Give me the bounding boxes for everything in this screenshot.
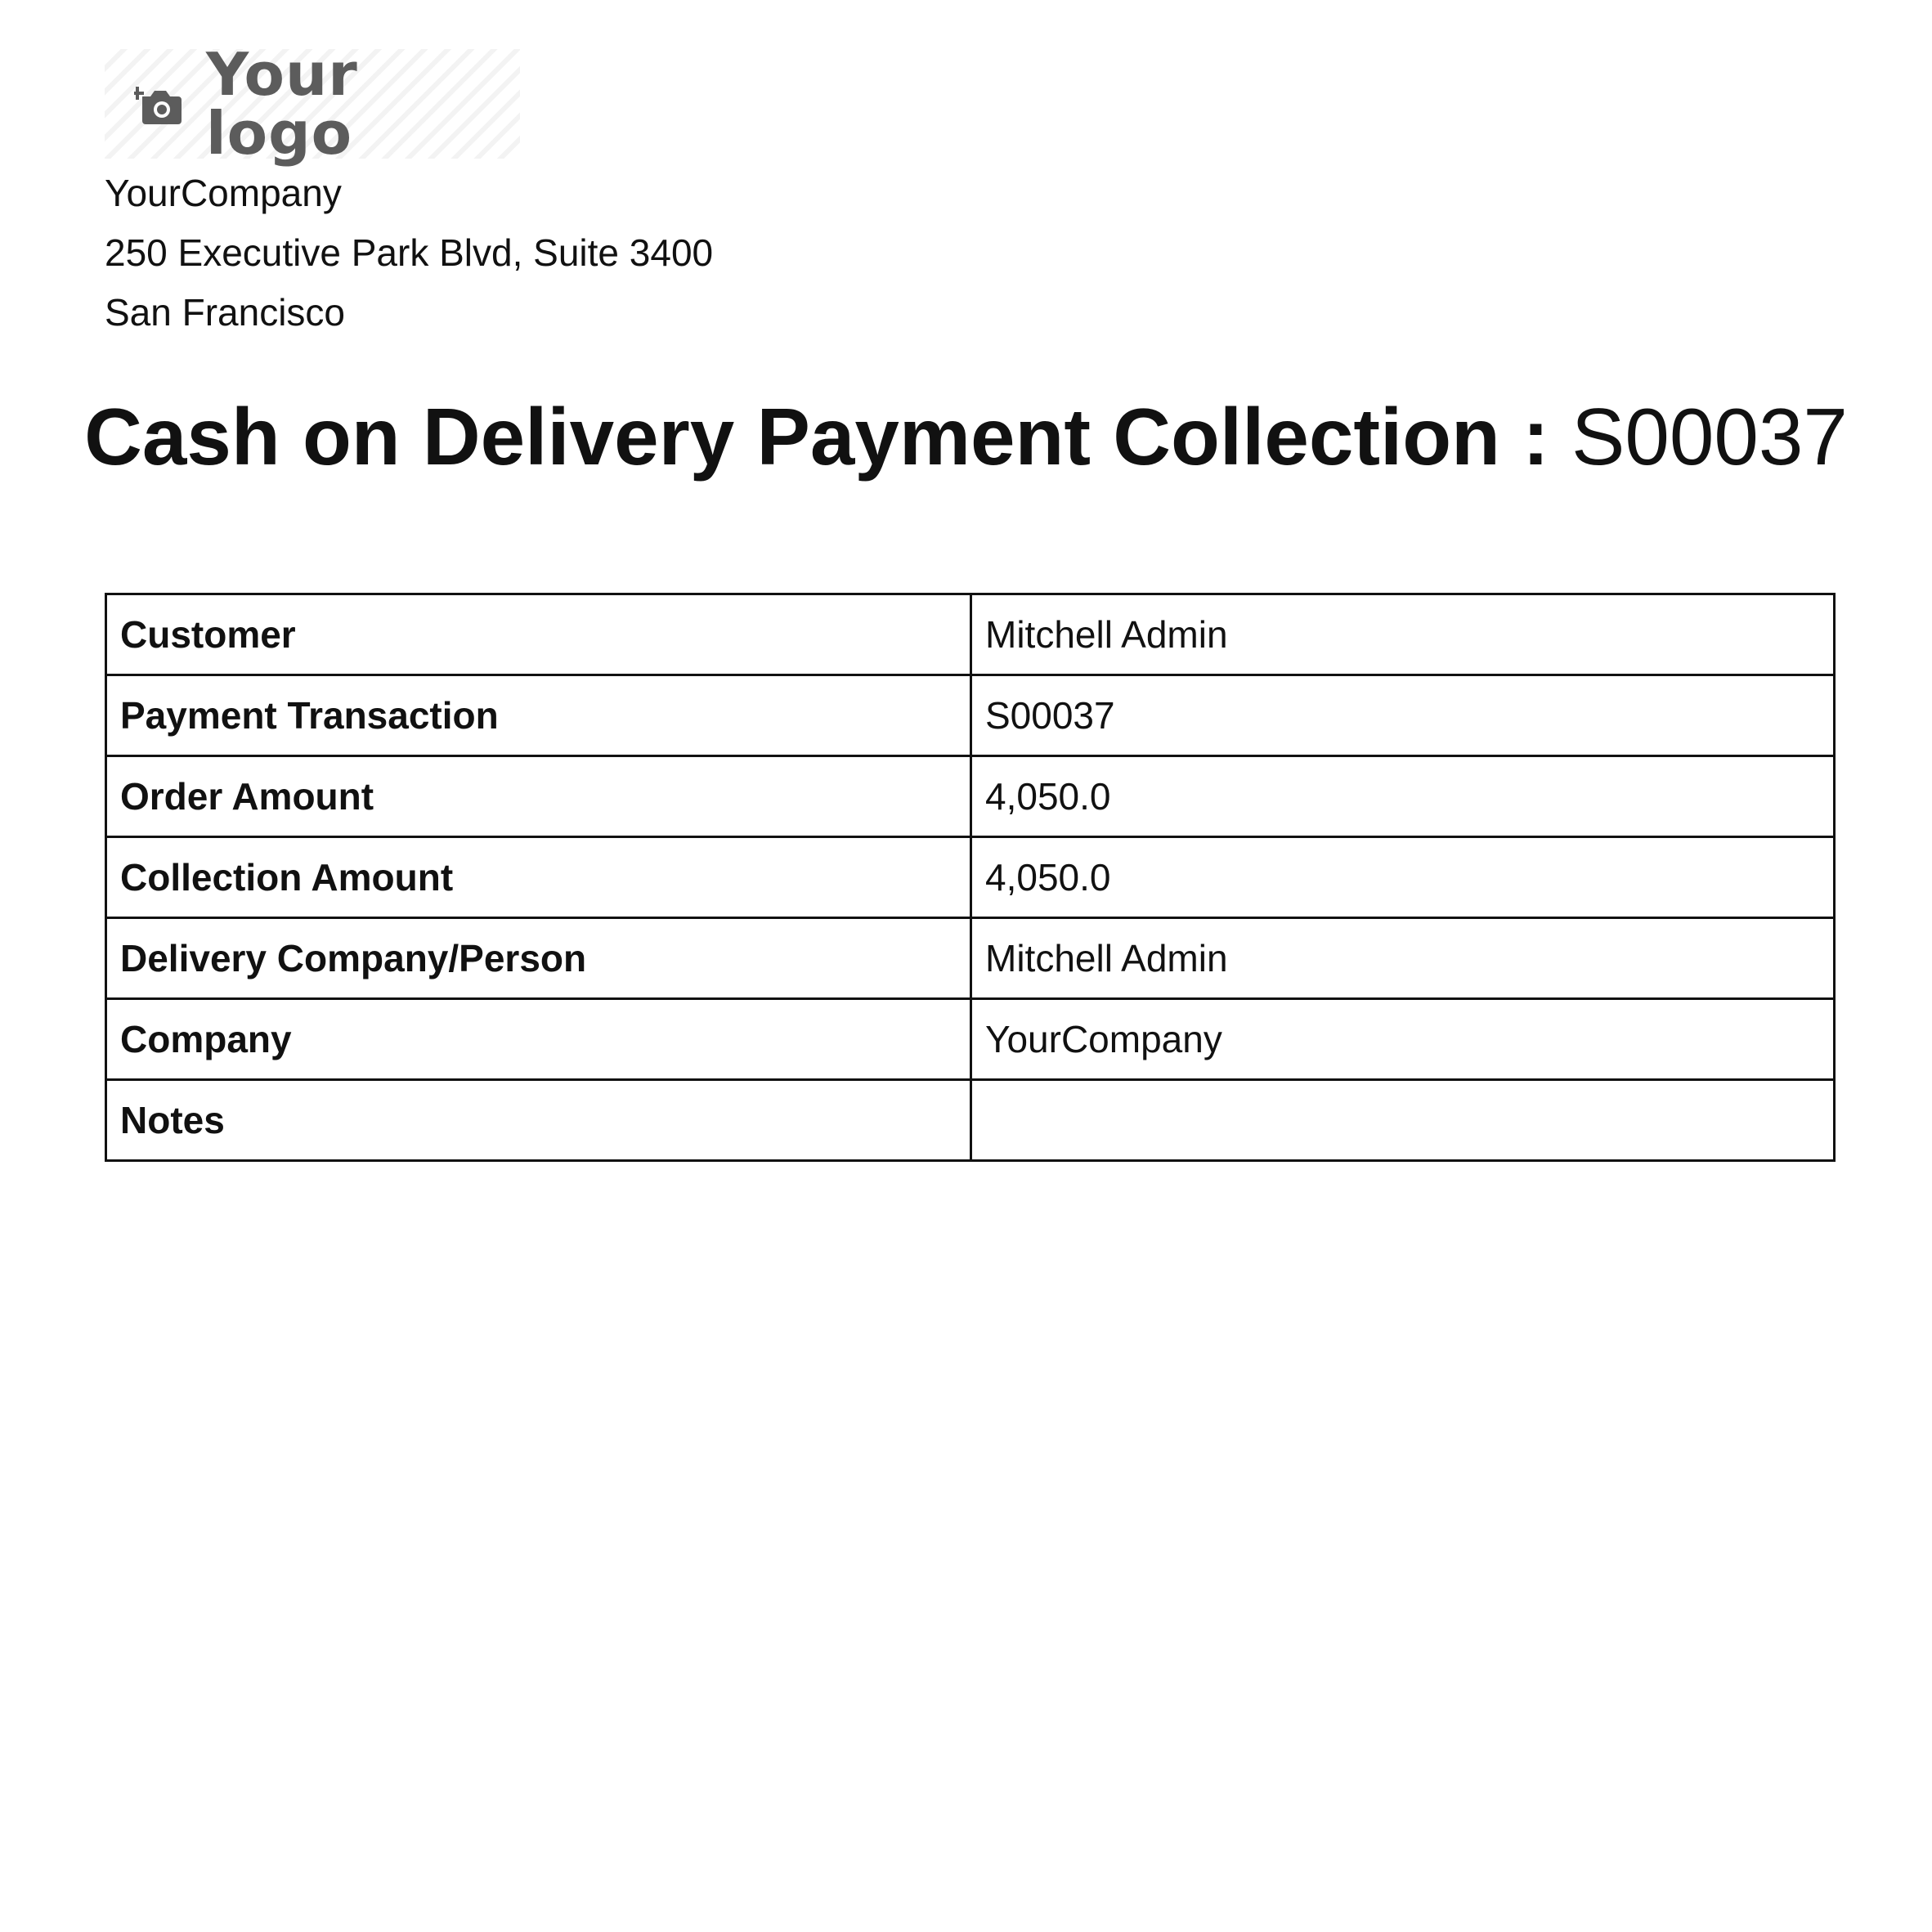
table-row-collection-amount: Collection Amount 4,050.0 bbox=[105, 836, 1836, 919]
payment-transaction-label: Payment Transaction bbox=[105, 674, 972, 757]
order-amount-label: Order Amount bbox=[105, 755, 972, 838]
collection-details-table: Customer Mitchell Admin Payment Transact… bbox=[105, 593, 1836, 1162]
notes-value bbox=[970, 1078, 1836, 1162]
title-main: Cash on Delivery Payment Collection : bbox=[84, 392, 1549, 482]
table-row-notes: Notes bbox=[105, 1078, 1836, 1162]
collection-amount-value: 4,050.0 bbox=[970, 836, 1836, 919]
company-address: YourCompany 250 Executive Park Blvd, Sui… bbox=[105, 164, 713, 343]
company-street: 250 Executive Park Blvd, Suite 3400 bbox=[105, 231, 714, 274]
company-value: YourCompany bbox=[970, 997, 1836, 1081]
logo-text: Your logo bbox=[206, 40, 358, 168]
table-row-company: Company YourCompany bbox=[105, 997, 1836, 1081]
company-city: San Francisco bbox=[105, 291, 346, 334]
payment-transaction-value: S00037 bbox=[970, 674, 1836, 757]
customer-label: Customer bbox=[105, 593, 972, 676]
company-logo: Your logo bbox=[105, 45, 520, 163]
table-row-order-amount: Order Amount 4,050.0 bbox=[105, 755, 1836, 838]
table-row-customer: Customer Mitchell Admin bbox=[105, 593, 1836, 676]
customer-value: Mitchell Admin bbox=[970, 593, 1836, 676]
order-amount-value: 4,050.0 bbox=[970, 755, 1836, 838]
table-row-payment-transaction: Payment Transaction S00037 bbox=[105, 674, 1836, 757]
delivery-value: Mitchell Admin bbox=[970, 917, 1836, 1000]
company-label: Company bbox=[105, 997, 972, 1081]
delivery-label: Delivery Company/Person bbox=[105, 917, 972, 1000]
title-reference: S00037 bbox=[1571, 392, 1848, 482]
table-row-delivery: Delivery Company/Person Mitchell Admin bbox=[105, 917, 1836, 1000]
page-title: Cash on Delivery Payment Collection : S0… bbox=[0, 384, 1932, 489]
company-name: YourCompany bbox=[105, 172, 342, 214]
camera-add-icon bbox=[134, 78, 185, 129]
collection-amount-label: Collection Amount bbox=[105, 836, 972, 919]
notes-label: Notes bbox=[105, 1078, 972, 1162]
